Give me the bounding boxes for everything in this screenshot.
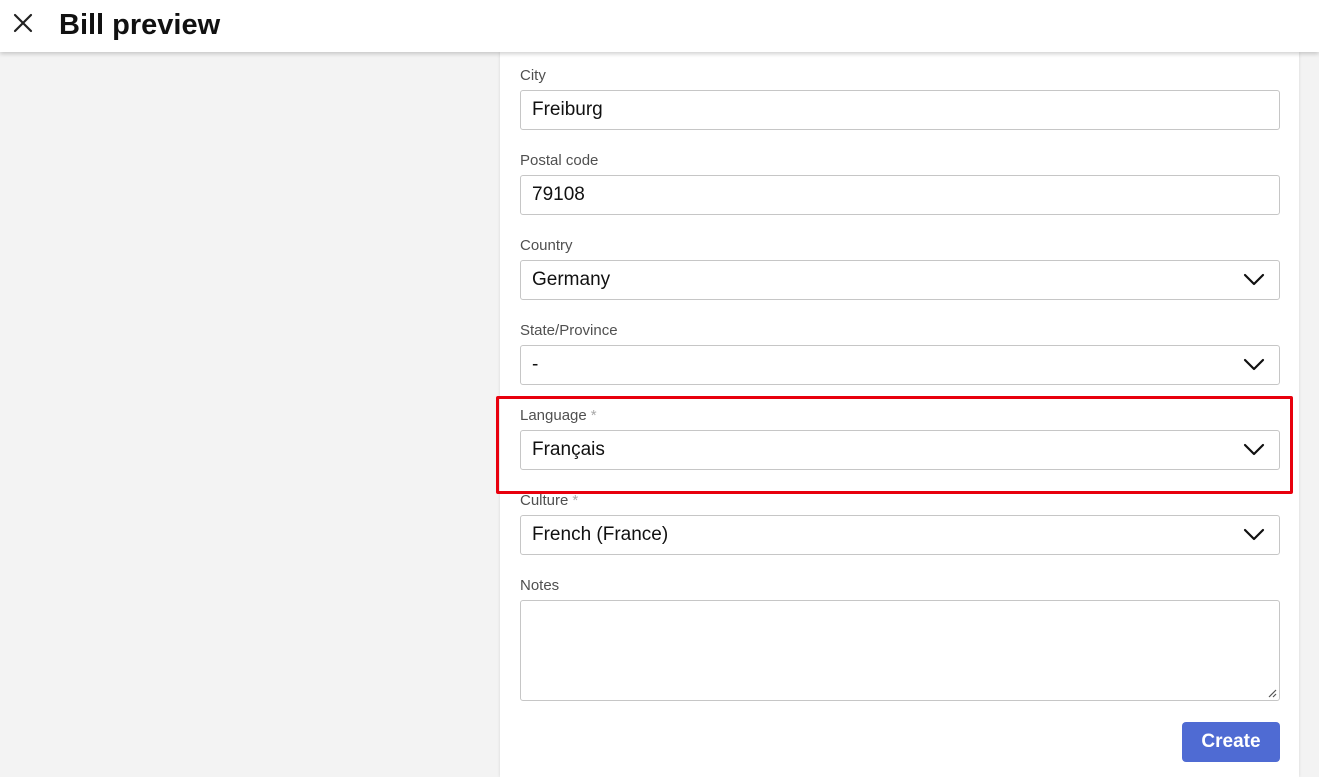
country-field: Country Germany — [520, 236, 1280, 300]
culture-field: Culture * French (France) — [520, 491, 1280, 555]
notes-label: Notes — [520, 577, 560, 594]
country-value: Germany — [532, 269, 611, 290]
required-mark: * — [590, 407, 597, 424]
state-province-select[interactable]: - — [520, 345, 1280, 385]
state-province-field: State/Province - — [520, 321, 1280, 385]
form-panel: City Freiburg Postal code 79108 Country … — [500, 52, 1299, 777]
language-value: Français — [532, 439, 605, 460]
top-bar: Bill preview — [0, 0, 1319, 52]
chevron-down-icon — [1243, 273, 1265, 286]
resize-handle-icon[interactable] — [1267, 688, 1277, 698]
notes-textarea[interactable] — [520, 600, 1280, 701]
state-province-value: - — [532, 354, 539, 375]
city-label: City — [520, 67, 546, 84]
culture-label-text: Culture — [520, 492, 569, 509]
chevron-down-icon — [1243, 358, 1265, 371]
language-label: Language * — [520, 406, 1280, 426]
create-button[interactable]: Create — [1182, 722, 1280, 762]
culture-label: Culture * — [520, 491, 1280, 511]
page-title: Bill preview — [59, 9, 221, 41]
notes-field: Notes — [520, 576, 1280, 701]
culture-select[interactable]: French (France) — [520, 515, 1280, 555]
language-field: Language * Français — [520, 406, 1280, 470]
postal-code-field: Postal code 79108 — [520, 151, 1280, 215]
left-empty-area — [0, 52, 500, 777]
language-label-text: Language — [520, 407, 587, 424]
chevron-down-icon — [1243, 443, 1265, 456]
state-province-label: State/Province — [520, 322, 618, 339]
close-button[interactable] — [8, 8, 38, 38]
language-select[interactable]: Français — [520, 430, 1280, 470]
postal-code-input[interactable]: 79108 — [520, 175, 1280, 215]
country-label: Country — [520, 237, 573, 254]
city-field: City Freiburg — [520, 66, 1280, 130]
postal-code-label: Postal code — [520, 152, 599, 169]
required-mark: * — [572, 492, 579, 509]
postal-code-value: 79108 — [532, 184, 585, 205]
culture-value: French (France) — [532, 524, 669, 545]
close-icon — [13, 13, 33, 33]
chevron-down-icon — [1243, 528, 1265, 541]
city-input[interactable]: Freiburg — [520, 90, 1280, 130]
city-value: Freiburg — [532, 99, 603, 120]
country-select[interactable]: Germany — [520, 260, 1280, 300]
